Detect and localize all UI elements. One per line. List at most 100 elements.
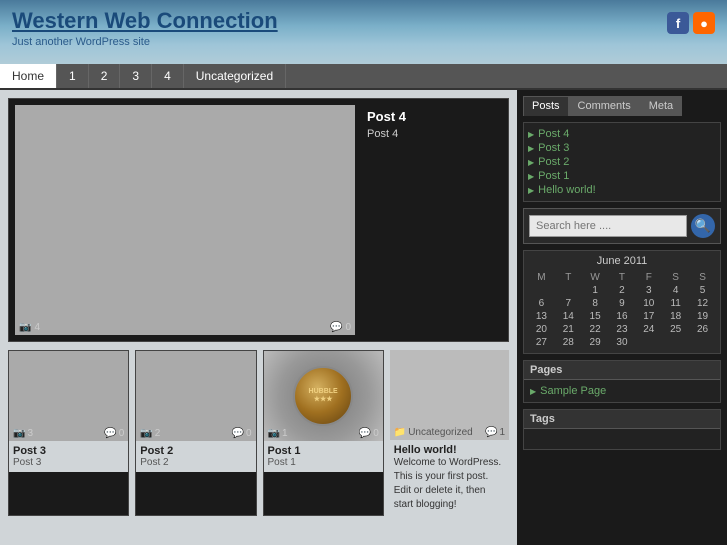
pages-header: Pages: [524, 361, 720, 380]
cal-cell: 10: [635, 297, 662, 310]
tags-header: Tags: [524, 410, 720, 429]
cal-cell: 22: [582, 323, 609, 336]
thumb-comment-count-1: 0: [373, 428, 379, 439]
social-icons: f ●: [667, 12, 715, 34]
hello-world-title[interactable]: Hello world!: [394, 444, 505, 456]
featured-img-count: 4: [34, 322, 40, 333]
cal-cell: 29: [582, 336, 609, 349]
hello-world-desc: Welcome to WordPress. This is your first…: [394, 456, 505, 512]
thumb-image-2: 📷 2 💬 0: [136, 351, 255, 441]
thumb-title-1[interactable]: Post 1: [268, 445, 379, 457]
post1-decoration: HUBBLE★★★: [293, 366, 353, 426]
calendar-table: M T W T F S S 1 2 3: [528, 271, 716, 349]
thumb-comment-count-3: 0: [119, 428, 125, 439]
search-button[interactable]: 🔍: [691, 214, 715, 238]
thumb-post-3: 📷 3 💬 0 Post 3 Post 3: [8, 350, 129, 516]
tags-section: Tags: [523, 409, 721, 450]
cal-cell: 18: [662, 310, 689, 323]
cal-cell: 9: [609, 297, 636, 310]
cal-header-s: S: [662, 271, 689, 284]
comment-icon-hello: 💬: [485, 427, 497, 438]
cal-cell: 3: [635, 284, 662, 297]
pages-body: Sample Page: [524, 380, 720, 402]
cal-row-2: 6 7 8 9 10 11 12: [528, 297, 716, 310]
site-tagline: Just another WordPress site: [12, 36, 278, 48]
featured-post-meta: Post 4 Post 4: [363, 105, 410, 335]
cal-cell: 1: [582, 284, 609, 297]
hello-comment-count: 1: [499, 427, 505, 438]
category-icon-hello: 📁: [394, 427, 406, 438]
thumb-comment-count-2: 0: [246, 428, 252, 439]
sidebar-link-hello[interactable]: Hello world!: [528, 183, 716, 197]
nav-item-3[interactable]: 3: [120, 64, 152, 88]
cal-row-1: 1 2 3 4 5: [528, 284, 716, 297]
site-title[interactable]: Western Web Connection: [12, 8, 278, 34]
content-area: 📷 4 💬 0 Post 4 Post 4 📷 3: [0, 90, 517, 545]
cal-cell: [528, 284, 555, 297]
cal-cell: 6: [528, 297, 555, 310]
search-input[interactable]: [529, 215, 687, 237]
cal-cell: 24: [635, 323, 662, 336]
cal-cell: 19: [689, 310, 716, 323]
cal-cell: 16: [609, 310, 636, 323]
sidebar-link-post1[interactable]: Post 1: [528, 169, 716, 183]
camera-icon-1: 📷: [268, 428, 280, 439]
featured-post-image: [15, 105, 355, 335]
thumb-sub-2: Post 2: [140, 457, 251, 468]
tab-posts[interactable]: Posts: [523, 96, 569, 116]
cal-header-t2: T: [609, 271, 636, 284]
cal-cell: 20: [528, 323, 555, 336]
comment-icon-1: 💬: [359, 428, 371, 439]
camera-icon: 📷: [19, 322, 31, 333]
cal-cell: 23: [609, 323, 636, 336]
sidebar-link-post4[interactable]: Post 4: [528, 127, 716, 141]
cal-row-5: 27 28 29 30: [528, 336, 716, 349]
nav-item-home[interactable]: Home: [0, 64, 57, 88]
sidebar-tabs: Posts Comments Meta: [523, 96, 721, 116]
calendar-title: June 2011: [528, 255, 716, 267]
sidebar-link-sample-page[interactable]: Sample Page: [530, 384, 714, 398]
comment-icon-featured: 💬: [330, 322, 342, 333]
hello-world-post: 📁 Uncategorized 💬 1 Hello world! Welcome…: [390, 350, 509, 516]
thumb-sub-1: Post 1: [268, 457, 379, 468]
featured-post: 📷 4 💬 0 Post 4 Post 4: [8, 98, 509, 342]
rss-icon[interactable]: ●: [693, 12, 715, 34]
thumb-title-3[interactable]: Post 3: [13, 445, 124, 457]
cal-cell: 7: [555, 297, 582, 310]
nav-item-2[interactable]: 2: [89, 64, 121, 88]
main-wrapper: 📷 4 💬 0 Post 4 Post 4 📷 3: [0, 90, 727, 545]
facebook-icon[interactable]: f: [667, 12, 689, 34]
cal-cell: 5: [689, 284, 716, 297]
thumb-info-2: Post 2 Post 2: [136, 441, 255, 472]
nav-item-uncategorized[interactable]: Uncategorized: [184, 64, 286, 88]
camera-icon-3: 📷: [13, 428, 25, 439]
thumb-title-2[interactable]: Post 2: [140, 445, 251, 457]
cal-cell: 8: [582, 297, 609, 310]
cal-cell: 26: [689, 323, 716, 336]
cal-cell: 11: [662, 297, 689, 310]
tab-comments[interactable]: Comments: [569, 96, 640, 116]
site-header: Western Web Connection Just another Word…: [0, 0, 727, 64]
thumb-sub-3: Post 3: [13, 457, 124, 468]
nav-item-1[interactable]: 1: [57, 64, 89, 88]
sidebar-link-post2[interactable]: Post 2: [528, 155, 716, 169]
cal-cell: 17: [635, 310, 662, 323]
cal-cell: 12: [689, 297, 716, 310]
comment-icon-2: 💬: [231, 428, 243, 439]
recent-posts-list: Post 4 Post 3 Post 2 Post 1 Hello world!: [523, 122, 721, 202]
cal-cell: 13: [528, 310, 555, 323]
cal-cell: [635, 336, 662, 349]
nav-item-4[interactable]: 4: [152, 64, 184, 88]
navigation-bar: Home 1 2 3 4 Uncategorized: [0, 64, 727, 90]
featured-comment-count: 0: [345, 322, 351, 333]
featured-post-title[interactable]: Post 4: [367, 109, 406, 124]
cal-cell: [555, 284, 582, 297]
cal-cell: 25: [662, 323, 689, 336]
pages-section: Pages Sample Page: [523, 360, 721, 403]
sidebar-link-post3[interactable]: Post 3: [528, 141, 716, 155]
tab-meta[interactable]: Meta: [640, 96, 682, 116]
thumb-image-3: 📷 3 💬 0: [9, 351, 128, 441]
calendar-section: June 2011 M T W T F S S: [523, 250, 721, 354]
thumb-info-3: Post 3 Post 3: [9, 441, 128, 472]
cal-cell: 27: [528, 336, 555, 349]
